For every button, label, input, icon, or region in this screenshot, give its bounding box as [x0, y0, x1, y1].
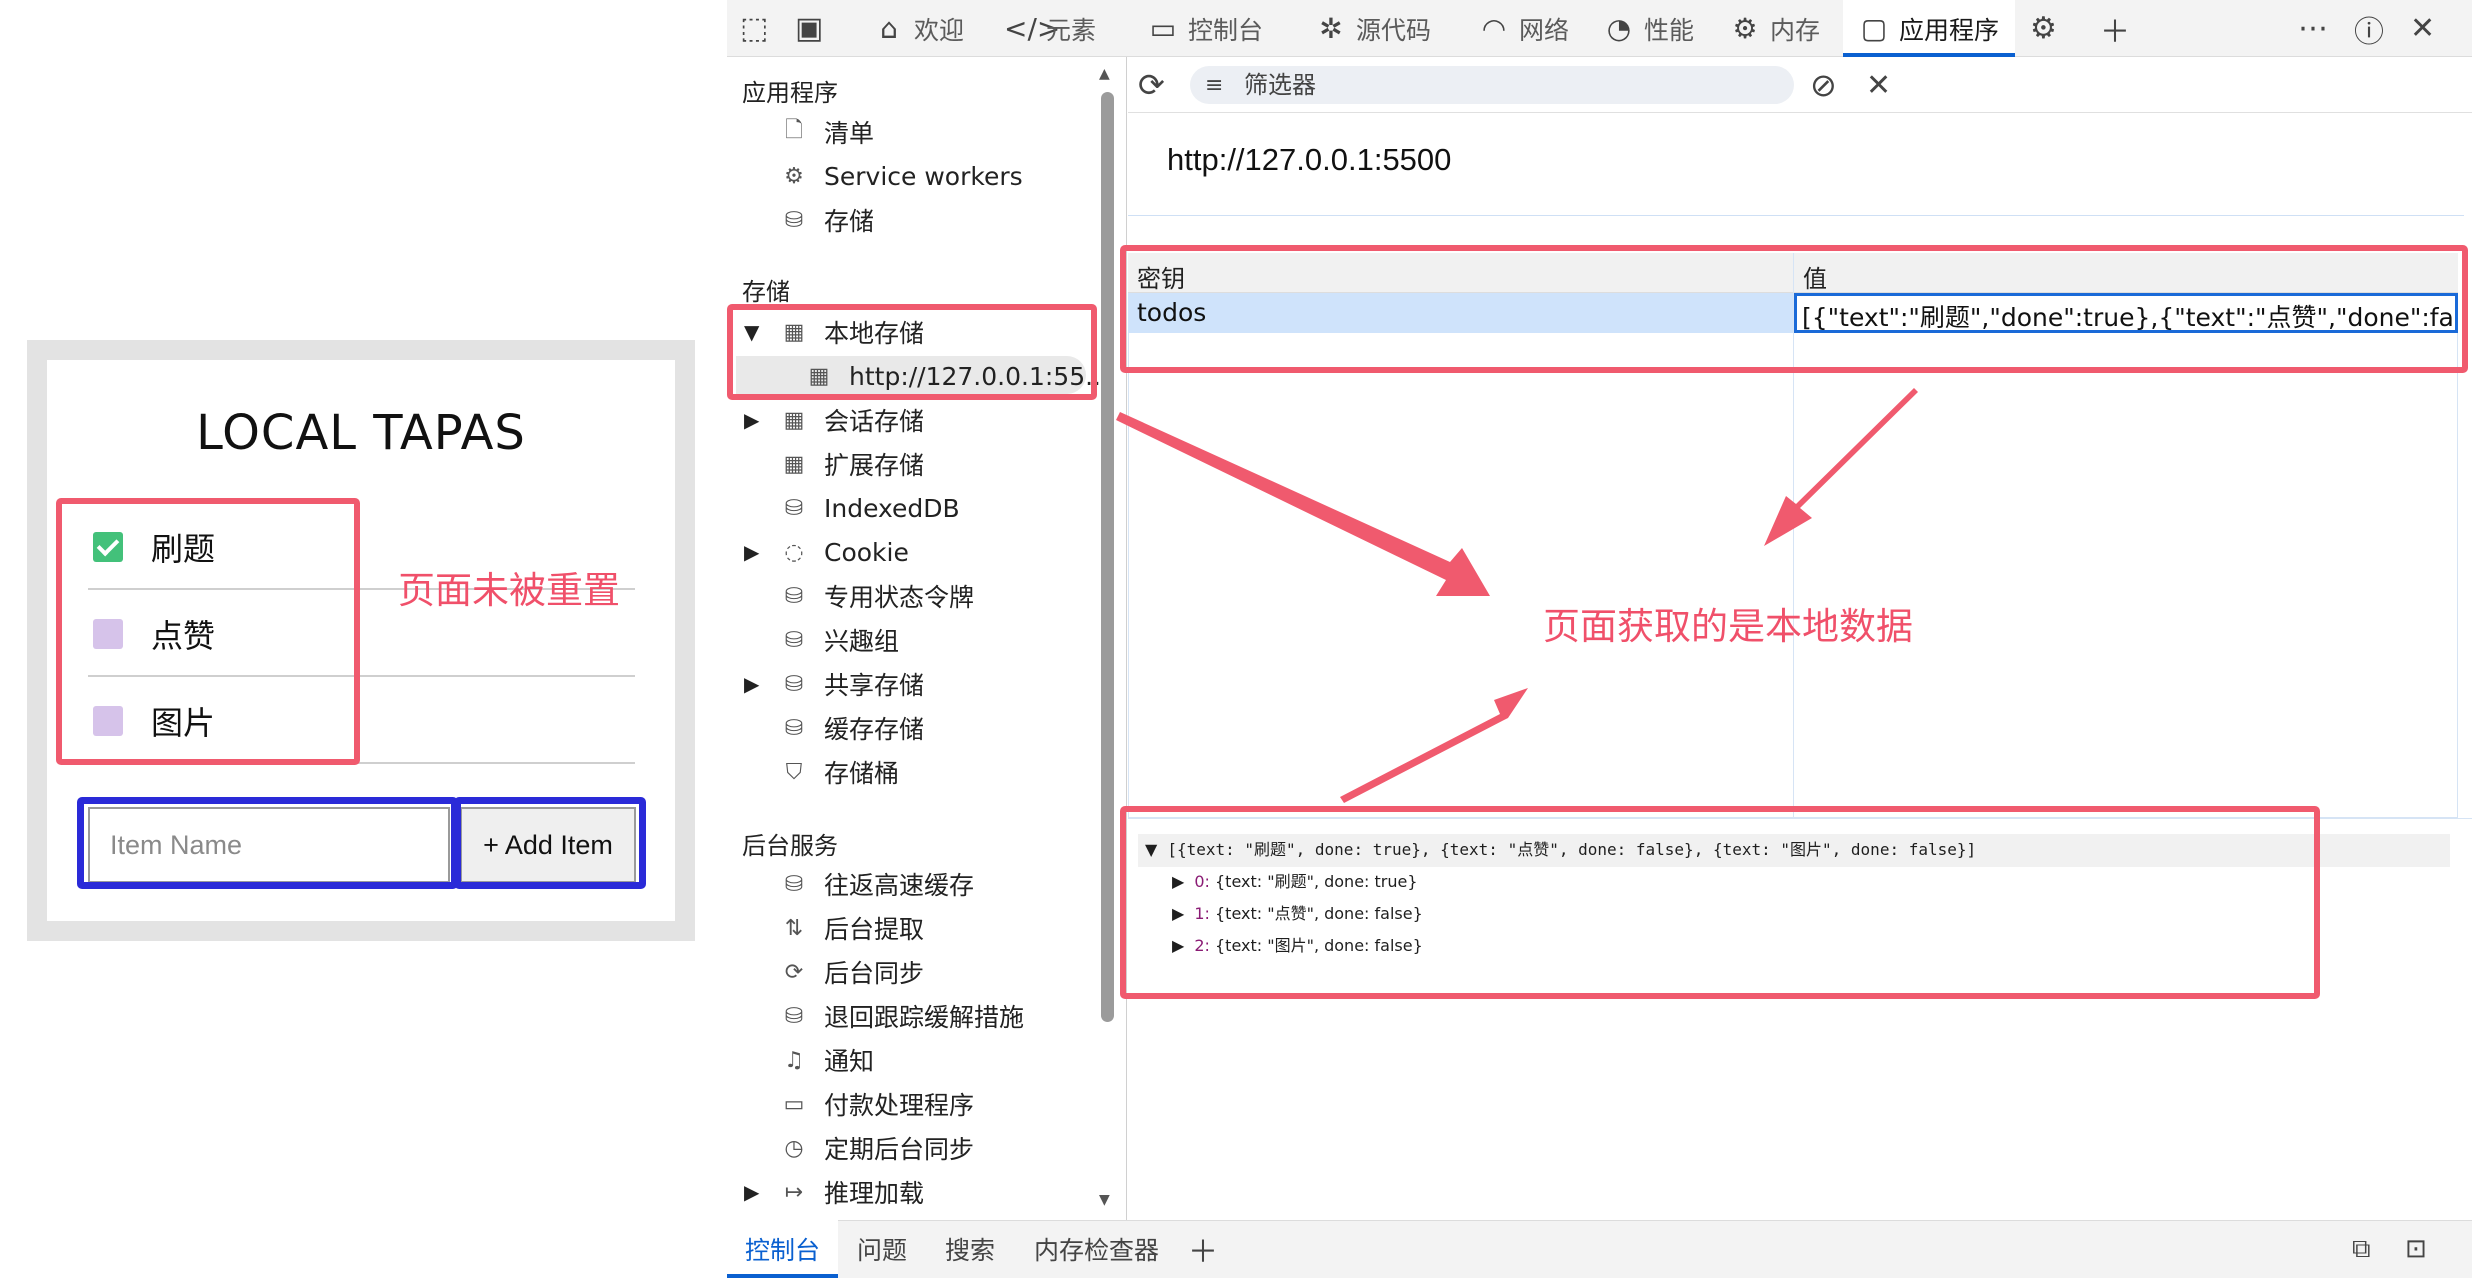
- tab-sources[interactable]: ✲ 源代码: [1302, 0, 1443, 57]
- clear-all-icon[interactable]: ⊘: [1810, 57, 1837, 113]
- home-icon: ⌂: [880, 12, 898, 45]
- sidebar-item-background-sync[interactable]: ⟳ 后台同步: [780, 952, 924, 992]
- close-devtools-icon[interactable]: ✕: [2410, 0, 2435, 57]
- annotation-box-grid: [1120, 245, 2468, 373]
- tab-console[interactable]: ▭ 控制台: [1134, 0, 1275, 57]
- annotation-box-button: [454, 797, 646, 889]
- dock-icon[interactable]: ⧉: [2352, 1220, 2371, 1278]
- bucket-icon: ⛉: [785, 759, 803, 785]
- scroll-down-arrow-icon[interactable]: ▼: [1099, 1192, 1110, 1208]
- annotation-box-todos: [56, 498, 360, 765]
- sidebar-scrollbar-thumb[interactable]: [1101, 92, 1114, 1022]
- annotation-text-not-reset: 页面未被重置: [398, 569, 620, 612]
- sidebar-item-private-state-tokens[interactable]: ⛁ 专用状态令牌: [780, 576, 974, 616]
- sidebar-item-session-storage[interactable]: ▶ ▦ 会话存储: [744, 400, 924, 440]
- sidebar-item-storage-buckets[interactable]: ⛉ 存储桶: [780, 752, 899, 792]
- settings-gear-icon[interactable]: ⚙: [2030, 0, 2057, 57]
- sidebar-item-indexeddb[interactable]: ⛁ IndexedDB: [780, 488, 960, 528]
- arrow-bar-icon: ↦: [784, 1179, 804, 1205]
- gauge-icon: ◔: [1606, 12, 1632, 45]
- annotation-box-input: [77, 797, 458, 889]
- database-icon: ⛁: [784, 715, 804, 741]
- triangle-right-icon[interactable]: ▶: [744, 672, 759, 696]
- cookie-icon: ◌: [784, 539, 804, 565]
- sidebar-item-cookie[interactable]: ▶ ◌ Cookie: [744, 532, 909, 572]
- clock-icon: ◷: [784, 1135, 804, 1161]
- sidebar-section-application: 应用程序: [742, 79, 838, 107]
- file-icon: 🗋: [785, 118, 803, 143]
- sidebar-item-bounce-tracking[interactable]: ⛁ 退回跟踪缓解措施: [780, 996, 1024, 1036]
- database-icon: ⛁: [784, 207, 804, 233]
- sidebar-section-storage: 存储: [742, 278, 790, 306]
- filter-input[interactable]: [1190, 66, 1794, 104]
- tab-welcome[interactable]: ⌂ 欢迎: [860, 0, 976, 57]
- table-icon: ▦: [783, 407, 805, 433]
- database-icon: ⛁: [784, 871, 804, 897]
- sidebar-item-payment-handler[interactable]: ▭ 付款处理程序: [780, 1084, 974, 1124]
- sidebar-item-shared-storage[interactable]: ▶ ⛁ 共享存储: [744, 664, 924, 704]
- sidebar-item-speculative-loads[interactable]: ▶ ↦ 推理加载: [744, 1172, 924, 1212]
- window-icon: ▢: [1860, 12, 1888, 45]
- sidebar-item-notifications[interactable]: ♫ 通知: [780, 1040, 874, 1080]
- refresh-icon[interactable]: ⟳: [1138, 57, 1165, 113]
- console-icon: ▭: [1149, 12, 1177, 45]
- card-icon: ▭: [783, 1091, 805, 1117]
- add-tab-icon[interactable]: ＋: [2100, 0, 2130, 57]
- help-icon[interactable]: ⓘ: [2354, 0, 2384, 57]
- scroll-up-arrow-icon[interactable]: ▲: [1099, 66, 1110, 82]
- database-icon: ⛁: [784, 1003, 804, 1029]
- sidebar-item-storage[interactable]: ⛁ 存储: [780, 200, 874, 240]
- screenshot-root: LOCAL TAPAS 刷题 点赞 图片 + Add Item 页面未被重置 ⬚…: [0, 0, 2472, 1278]
- database-icon: ⛁: [784, 495, 804, 521]
- table-icon: ▦: [783, 451, 805, 477]
- code-icon: </>: [1004, 12, 1061, 45]
- drawer-tab-issues[interactable]: 问题: [845, 1220, 919, 1278]
- tab-memory[interactable]: ⚙ 内存: [1716, 0, 1832, 57]
- sidebar-item-extension-storage[interactable]: ▦ 扩展存储: [780, 444, 924, 484]
- tab-application[interactable]: ▢ 应用程序: [1843, 0, 2015, 57]
- chip-icon: ⚙: [1732, 12, 1758, 45]
- tab-elements[interactable]: </> 元素: [992, 0, 1108, 57]
- sidebar-item-interest-groups[interactable]: ⛁ 兴趣组: [780, 620, 899, 660]
- demo-title: LOCAL TAPAS: [196, 405, 526, 461]
- inspect-element-icon[interactable]: ⬚: [740, 0, 768, 57]
- wifi-icon: ◠: [1481, 12, 1507, 45]
- database-icon: ⛁: [784, 671, 804, 697]
- annotation-box-local-storage: [727, 304, 1097, 400]
- annotation-box-preview: [1120, 806, 2320, 999]
- bell-icon: ♫: [784, 1047, 804, 1073]
- filter-icon: ≡: [1205, 72, 1224, 98]
- add-drawer-tab-icon[interactable]: ＋: [1188, 1220, 1218, 1278]
- triangle-right-icon[interactable]: ▶: [744, 408, 759, 432]
- sync-icon: ⟳: [784, 959, 804, 985]
- tab-performance[interactable]: ◔ 性能: [1590, 0, 1706, 57]
- sidebar-item-cache-storage[interactable]: ⛁ 缓存存储: [780, 708, 924, 748]
- sidebar-item-background-fetch[interactable]: ⇅ 后台提取: [780, 908, 924, 948]
- drawer-tab-search[interactable]: 搜索: [933, 1220, 1007, 1278]
- tab-network[interactable]: ◠ 网络: [1465, 0, 1581, 57]
- sidebar-item-bfcache[interactable]: ⛁ 往返高速缓存: [780, 864, 974, 904]
- drawer-tab-memory-inspector[interactable]: 内存检查器: [1022, 1220, 1171, 1278]
- storage-origin-title: http://127.0.0.1:5500: [1167, 142, 1452, 177]
- triangle-right-icon[interactable]: ▶: [744, 1180, 759, 1204]
- delete-selected-icon[interactable]: ✕: [1866, 57, 1891, 113]
- annotation-text-local-data: 页面获取的是本地数据: [1543, 605, 1913, 648]
- collapse-drawer-icon[interactable]: ⊡: [2405, 1220, 2427, 1278]
- database-icon: ⛁: [784, 627, 804, 653]
- device-toggle-icon[interactable]: ▣: [795, 0, 823, 57]
- gear-file-icon: ⚙: [784, 163, 804, 189]
- database-icon: ⛁: [784, 583, 804, 609]
- divider: [1128, 215, 2464, 216]
- more-options-icon[interactable]: ⋯: [2298, 0, 2328, 57]
- sidebar-section-background-services: 后台服务: [742, 832, 838, 860]
- bug-icon: ✲: [1319, 12, 1343, 45]
- sidebar-item-periodic-sync[interactable]: ◷ 定期后台同步: [780, 1128, 974, 1168]
- sidebar-item-manifest[interactable]: 🗋 清单: [780, 112, 874, 152]
- drawer-tab-console[interactable]: 控制台: [727, 1220, 839, 1278]
- sidebar-item-service-workers[interactable]: ⚙ Service workers: [780, 156, 1023, 196]
- triangle-right-icon[interactable]: ▶: [744, 540, 759, 564]
- arrows-updown-icon: ⇅: [784, 915, 804, 941]
